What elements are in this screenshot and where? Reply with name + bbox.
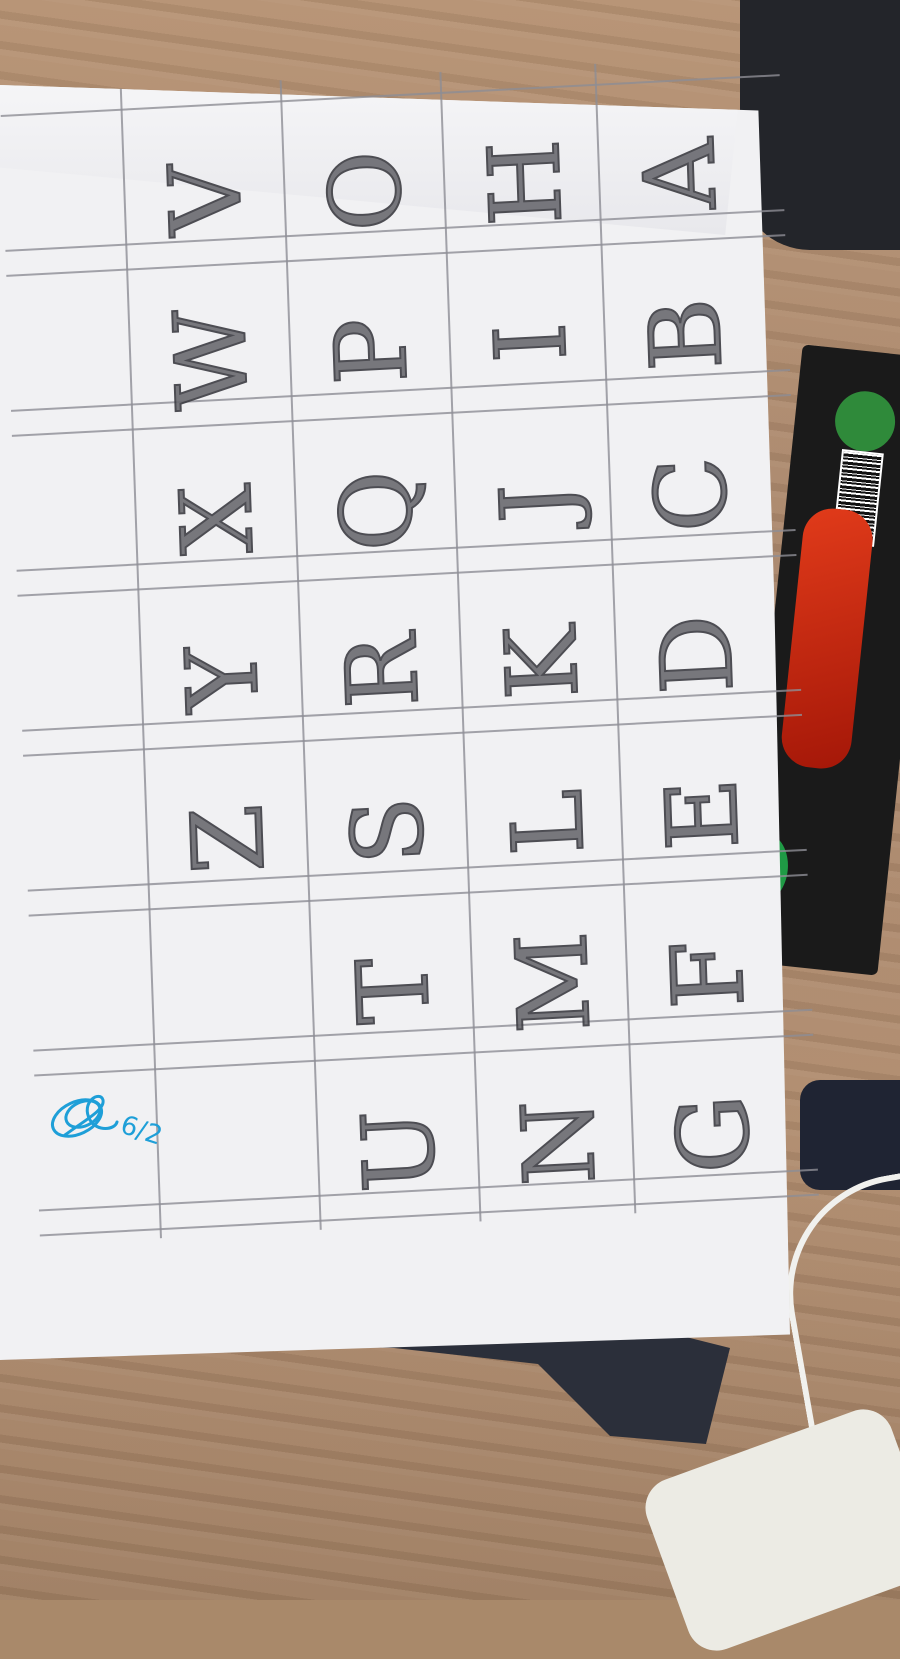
- letter-z: Z: [169, 801, 287, 877]
- letter-n: N: [500, 1095, 619, 1189]
- letter-grid: A BCDE F G H I J K LMN O P QR S T U VWX Y Z: [0, 54, 819, 1254]
- letter-l: L: [489, 786, 607, 859]
- letter-r: R: [324, 630, 442, 712]
- letter-d: D: [638, 611, 757, 698]
- letter-t: T: [335, 954, 453, 1027]
- letter-a: A: [621, 135, 739, 214]
- letter-w: W: [152, 305, 271, 414]
- letter-b: B: [627, 294, 745, 374]
- letter-h: H: [466, 136, 585, 229]
- letter-i: I: [473, 319, 590, 366]
- signature-text: 6/2: [117, 1110, 166, 1151]
- letter-g: G: [655, 1091, 774, 1177]
- signature-mark: 6/2: [50, 1094, 166, 1152]
- letter-j: J: [478, 479, 595, 526]
- letter-c: C: [633, 453, 751, 536]
- letter-u: U: [340, 1105, 459, 1196]
- package-logo: [832, 388, 899, 455]
- letter-k: K: [483, 622, 601, 703]
- letter-s: S: [329, 793, 447, 868]
- letter-p: P: [313, 314, 431, 388]
- letter-x: X: [158, 480, 276, 558]
- letter-q: Q: [318, 467, 437, 555]
- letter-m: M: [494, 928, 613, 1036]
- letter-o: O: [307, 147, 426, 235]
- letter-f: F: [649, 936, 767, 1012]
- letter-y: Y: [164, 643, 282, 716]
- letter-v: V: [147, 160, 265, 239]
- letter-e: E: [644, 774, 762, 853]
